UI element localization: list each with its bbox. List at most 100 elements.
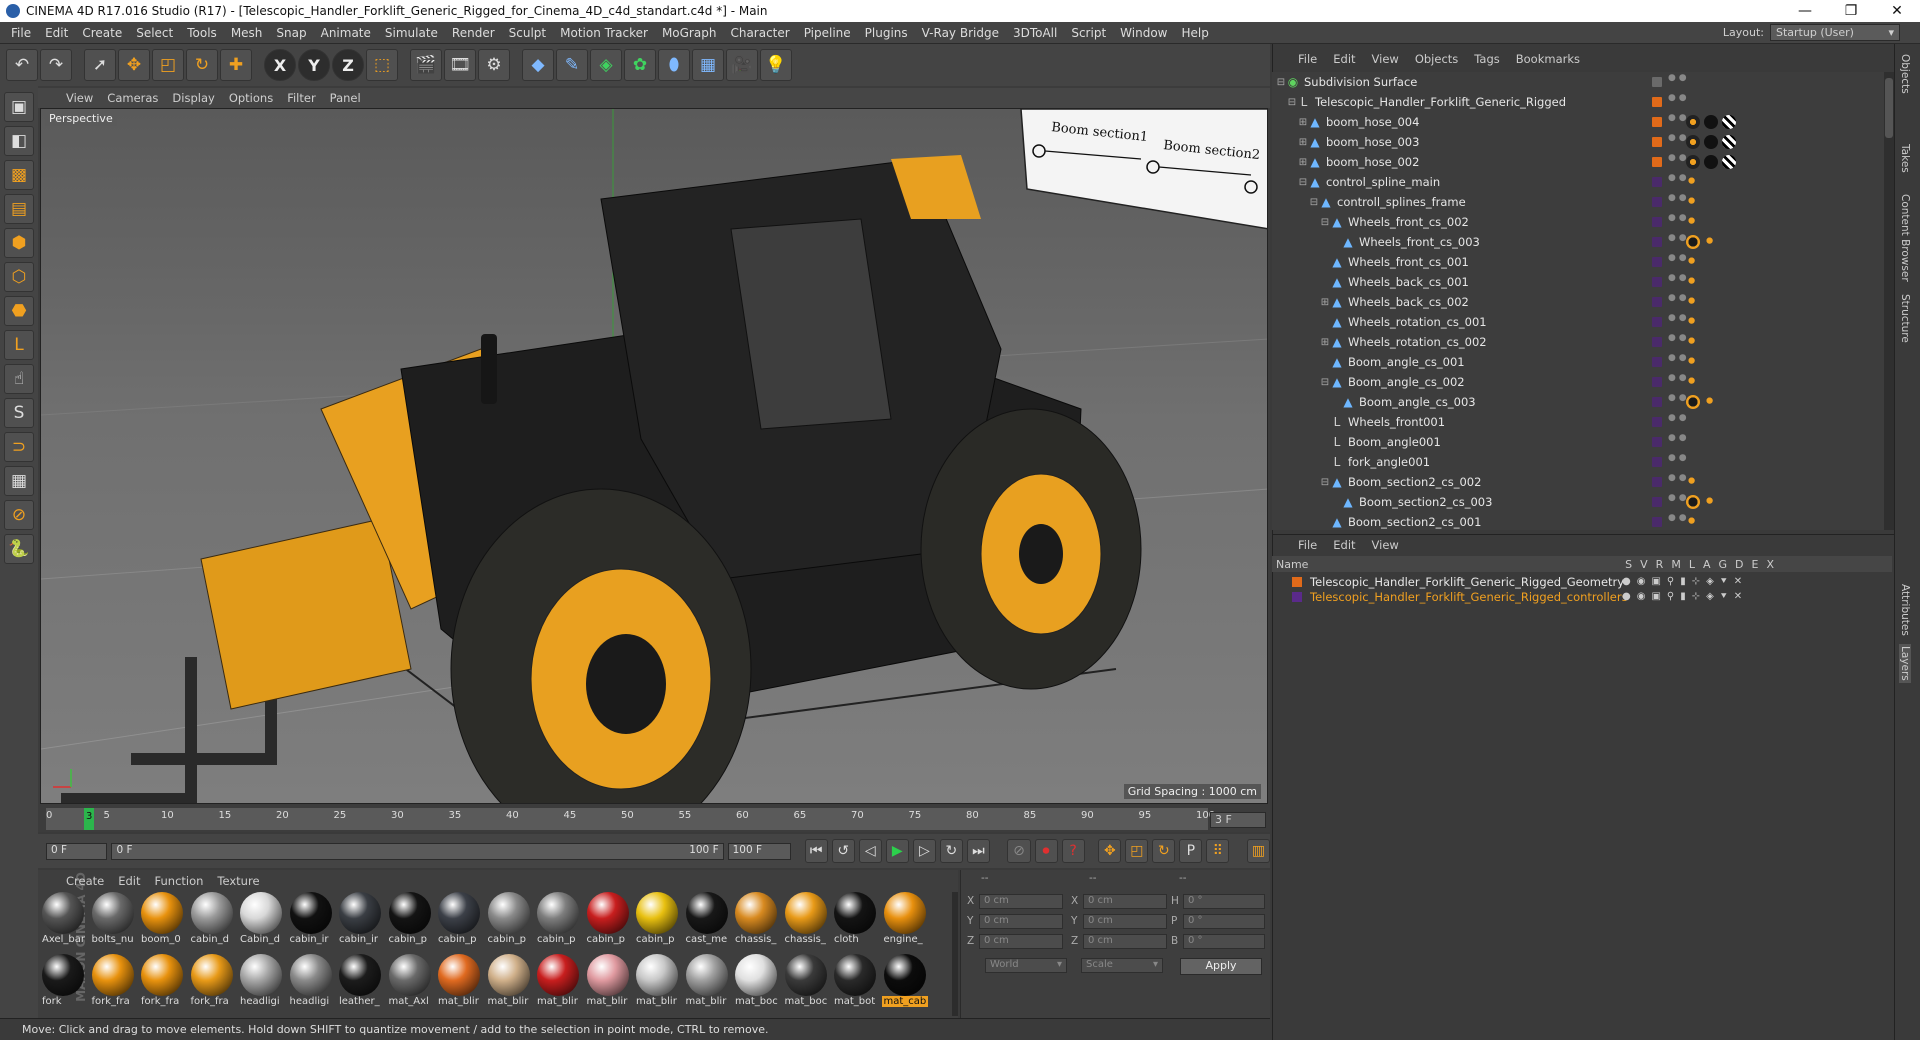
object-tag-icon[interactable]: [1686, 215, 1700, 229]
key-parameter-button[interactable]: P: [1179, 839, 1203, 863]
material-swatch[interactable]: chassis_: [783, 892, 829, 950]
material-swatch[interactable]: mat_cab: [881, 954, 928, 1012]
material-swatch[interactable]: mat_bot: [832, 954, 878, 1012]
object-menu-tags[interactable]: Tags: [1474, 52, 1499, 66]
material-swatch[interactable]: mat_Axl: [387, 954, 433, 1012]
snap-toggle-button[interactable]: S: [4, 398, 34, 428]
material-swatch[interactable]: mat_boc: [783, 954, 829, 1012]
object-tag-icon[interactable]: [1686, 195, 1700, 209]
layer-color-swatch[interactable]: [1292, 591, 1302, 602]
layer-color-swatch[interactable]: [1652, 237, 1662, 247]
layer-color-swatch[interactable]: [1652, 337, 1662, 347]
expand-toggle-icon[interactable]: ⊞: [1320, 297, 1330, 308]
model-mode-button[interactable]: ◧: [4, 126, 34, 156]
object-tag-icon[interactable]: [1704, 395, 1718, 409]
object-tag-icon[interactable]: [1722, 155, 1736, 169]
key-pla-button[interactable]: ⠿: [1206, 839, 1230, 863]
layer-row[interactable]: Telescopic_Handler_Forklift_Generic_Rigg…: [1292, 589, 1892, 604]
object-row[interactable]: ⊟ ◉ Subdivision Surface ● ●: [1272, 72, 1884, 92]
layer-color-swatch[interactable]: [1652, 177, 1662, 187]
visibility-dots-icon[interactable]: ● ●: [1668, 334, 1687, 343]
object-row[interactable]: ⊞ ▲ boom_hose_003 ● ●: [1272, 132, 1884, 152]
material-menu-texture[interactable]: Texture: [217, 874, 259, 888]
object-row[interactable]: ▲ Boom_angle_cs_001 ● ●: [1272, 352, 1884, 372]
object-menu-objects[interactable]: Objects: [1415, 52, 1458, 66]
current-frame-field[interactable]: 3 F: [1210, 812, 1266, 828]
timeline-window-button[interactable]: ▥: [1247, 839, 1271, 863]
undo-button[interactable]: ↶: [6, 49, 38, 81]
menu-plugins[interactable]: Plugins: [858, 26, 915, 40]
object-tag-icon[interactable]: [1686, 295, 1700, 309]
object-tag-icon[interactable]: [1686, 495, 1700, 509]
object-row[interactable]: ⊞ ▲ Wheels_rotation_cs_002 ● ●: [1272, 332, 1884, 352]
layer-col-l[interactable]: L: [1689, 558, 1695, 571]
material-swatch[interactable]: fork_fra: [189, 954, 235, 1012]
layer-flags-icons[interactable]: ●◉▣⚲▮⊹◈⯆✕: [1622, 576, 1748, 587]
3d-viewport[interactable]: Boom section1 Boom section2 Perspective …: [40, 108, 1268, 804]
menu-file[interactable]: File: [4, 26, 38, 40]
material-swatch[interactable]: cabin_ir: [337, 892, 383, 950]
visibility-dots-icon[interactable]: ● ●: [1668, 234, 1687, 243]
expand-toggle-icon[interactable]: ⊟: [1320, 217, 1330, 228]
material-swatch[interactable]: headligi: [288, 954, 334, 1012]
visibility-dots-icon[interactable]: ● ●: [1668, 354, 1687, 363]
layer-col-e[interactable]: E: [1752, 558, 1759, 571]
camera-button[interactable]: 🎥: [726, 49, 758, 81]
layer-color-swatch[interactable]: [1652, 117, 1662, 127]
layer-color-swatch[interactable]: [1652, 157, 1662, 167]
menu-tools[interactable]: Tools: [180, 26, 224, 40]
material-menu-edit[interactable]: Edit: [118, 874, 140, 888]
menu-3dtoall[interactable]: 3DToAll: [1006, 26, 1064, 40]
coord-scale-select[interactable]: Scale ▾: [1081, 958, 1163, 973]
object-tag-icon[interactable]: [1686, 515, 1700, 529]
layer-menu-view[interactable]: View: [1372, 538, 1399, 552]
object-row[interactable]: ⊟ ▲ Boom_section2_cs_002 ● ●: [1272, 472, 1884, 492]
layer-col-s[interactable]: S: [1625, 558, 1632, 571]
visibility-dots-icon[interactable]: ● ●: [1668, 274, 1687, 283]
viewport-menu-filter[interactable]: Filter: [287, 91, 315, 105]
visibility-dots-icon[interactable]: ● ●: [1668, 94, 1687, 103]
layer-color-swatch[interactable]: [1652, 457, 1662, 467]
object-row[interactable]: ⊞ ▲ Wheels_back_cs_002 ● ●: [1272, 292, 1884, 312]
side-tab-takes[interactable]: Takes: [1899, 144, 1911, 173]
expand-toggle-icon[interactable]: ⊟: [1276, 77, 1286, 88]
layer-color-swatch[interactable]: [1652, 397, 1662, 407]
menu-snap[interactable]: Snap: [269, 26, 313, 40]
key-rotation-button[interactable]: ↻: [1152, 839, 1176, 863]
layer-flags-icons[interactable]: ●◉▣⚲▮⊹◈⯆✕: [1622, 591, 1748, 602]
apply-button[interactable]: Apply: [1180, 958, 1262, 975]
viewport-menu-options[interactable]: Options: [229, 91, 273, 105]
subdivision-surface-button[interactable]: ◈: [590, 49, 622, 81]
object-menu-bookmarks[interactable]: Bookmarks: [1516, 52, 1580, 66]
material-swatch[interactable]: engine_: [882, 892, 928, 950]
next-key-button[interactable]: ↻: [939, 839, 963, 863]
object-row[interactable]: ⊟ ▲ Wheels_front_cs_002 ● ●: [1272, 212, 1884, 232]
axis-mode-button[interactable]: L: [4, 330, 34, 360]
minimize-button[interactable]: —: [1782, 3, 1828, 19]
visibility-dots-icon[interactable]: ● ●: [1668, 434, 1687, 443]
edges-mode-button[interactable]: ⬡: [4, 262, 34, 292]
record-active-button[interactable]: ⏺: [1034, 839, 1058, 863]
layer-color-swatch[interactable]: [1652, 317, 1662, 327]
side-tab-structure[interactable]: Structure: [1899, 294, 1911, 343]
layer-color-swatch[interactable]: [1652, 417, 1662, 427]
object-menu-file[interactable]: File: [1298, 52, 1317, 66]
object-row[interactable]: L Boom_angle001 ● ●: [1272, 432, 1884, 452]
visibility-dots-icon[interactable]: ● ●: [1668, 174, 1687, 183]
menu-script[interactable]: Script: [1064, 26, 1113, 40]
object-row[interactable]: ⊟ L Telescopic_Handler_Forklift_Generic_Ri…: [1272, 92, 1884, 112]
expand-toggle-icon[interactable]: ⊟: [1320, 377, 1330, 388]
expand-toggle-icon[interactable]: ⊟: [1309, 197, 1319, 208]
layer-color-swatch[interactable]: [1652, 197, 1662, 207]
material-swatch[interactable]: cabin_p: [585, 892, 631, 950]
play-button[interactable]: ▶: [885, 839, 909, 863]
x-axis-lock-button[interactable]: X: [264, 49, 296, 81]
object-tag-icon[interactable]: [1686, 135, 1700, 149]
object-tag-icon[interactable]: [1686, 315, 1700, 329]
points-mode-button[interactable]: ⬢: [4, 228, 34, 258]
layer-color-swatch[interactable]: [1652, 477, 1662, 487]
tweak-mode-button[interactable]: ☝: [4, 364, 34, 394]
visibility-dots-icon[interactable]: ● ●: [1668, 294, 1687, 303]
visibility-dots-icon[interactable]: ● ●: [1668, 494, 1687, 503]
layer-menu-edit[interactable]: Edit: [1333, 538, 1355, 552]
